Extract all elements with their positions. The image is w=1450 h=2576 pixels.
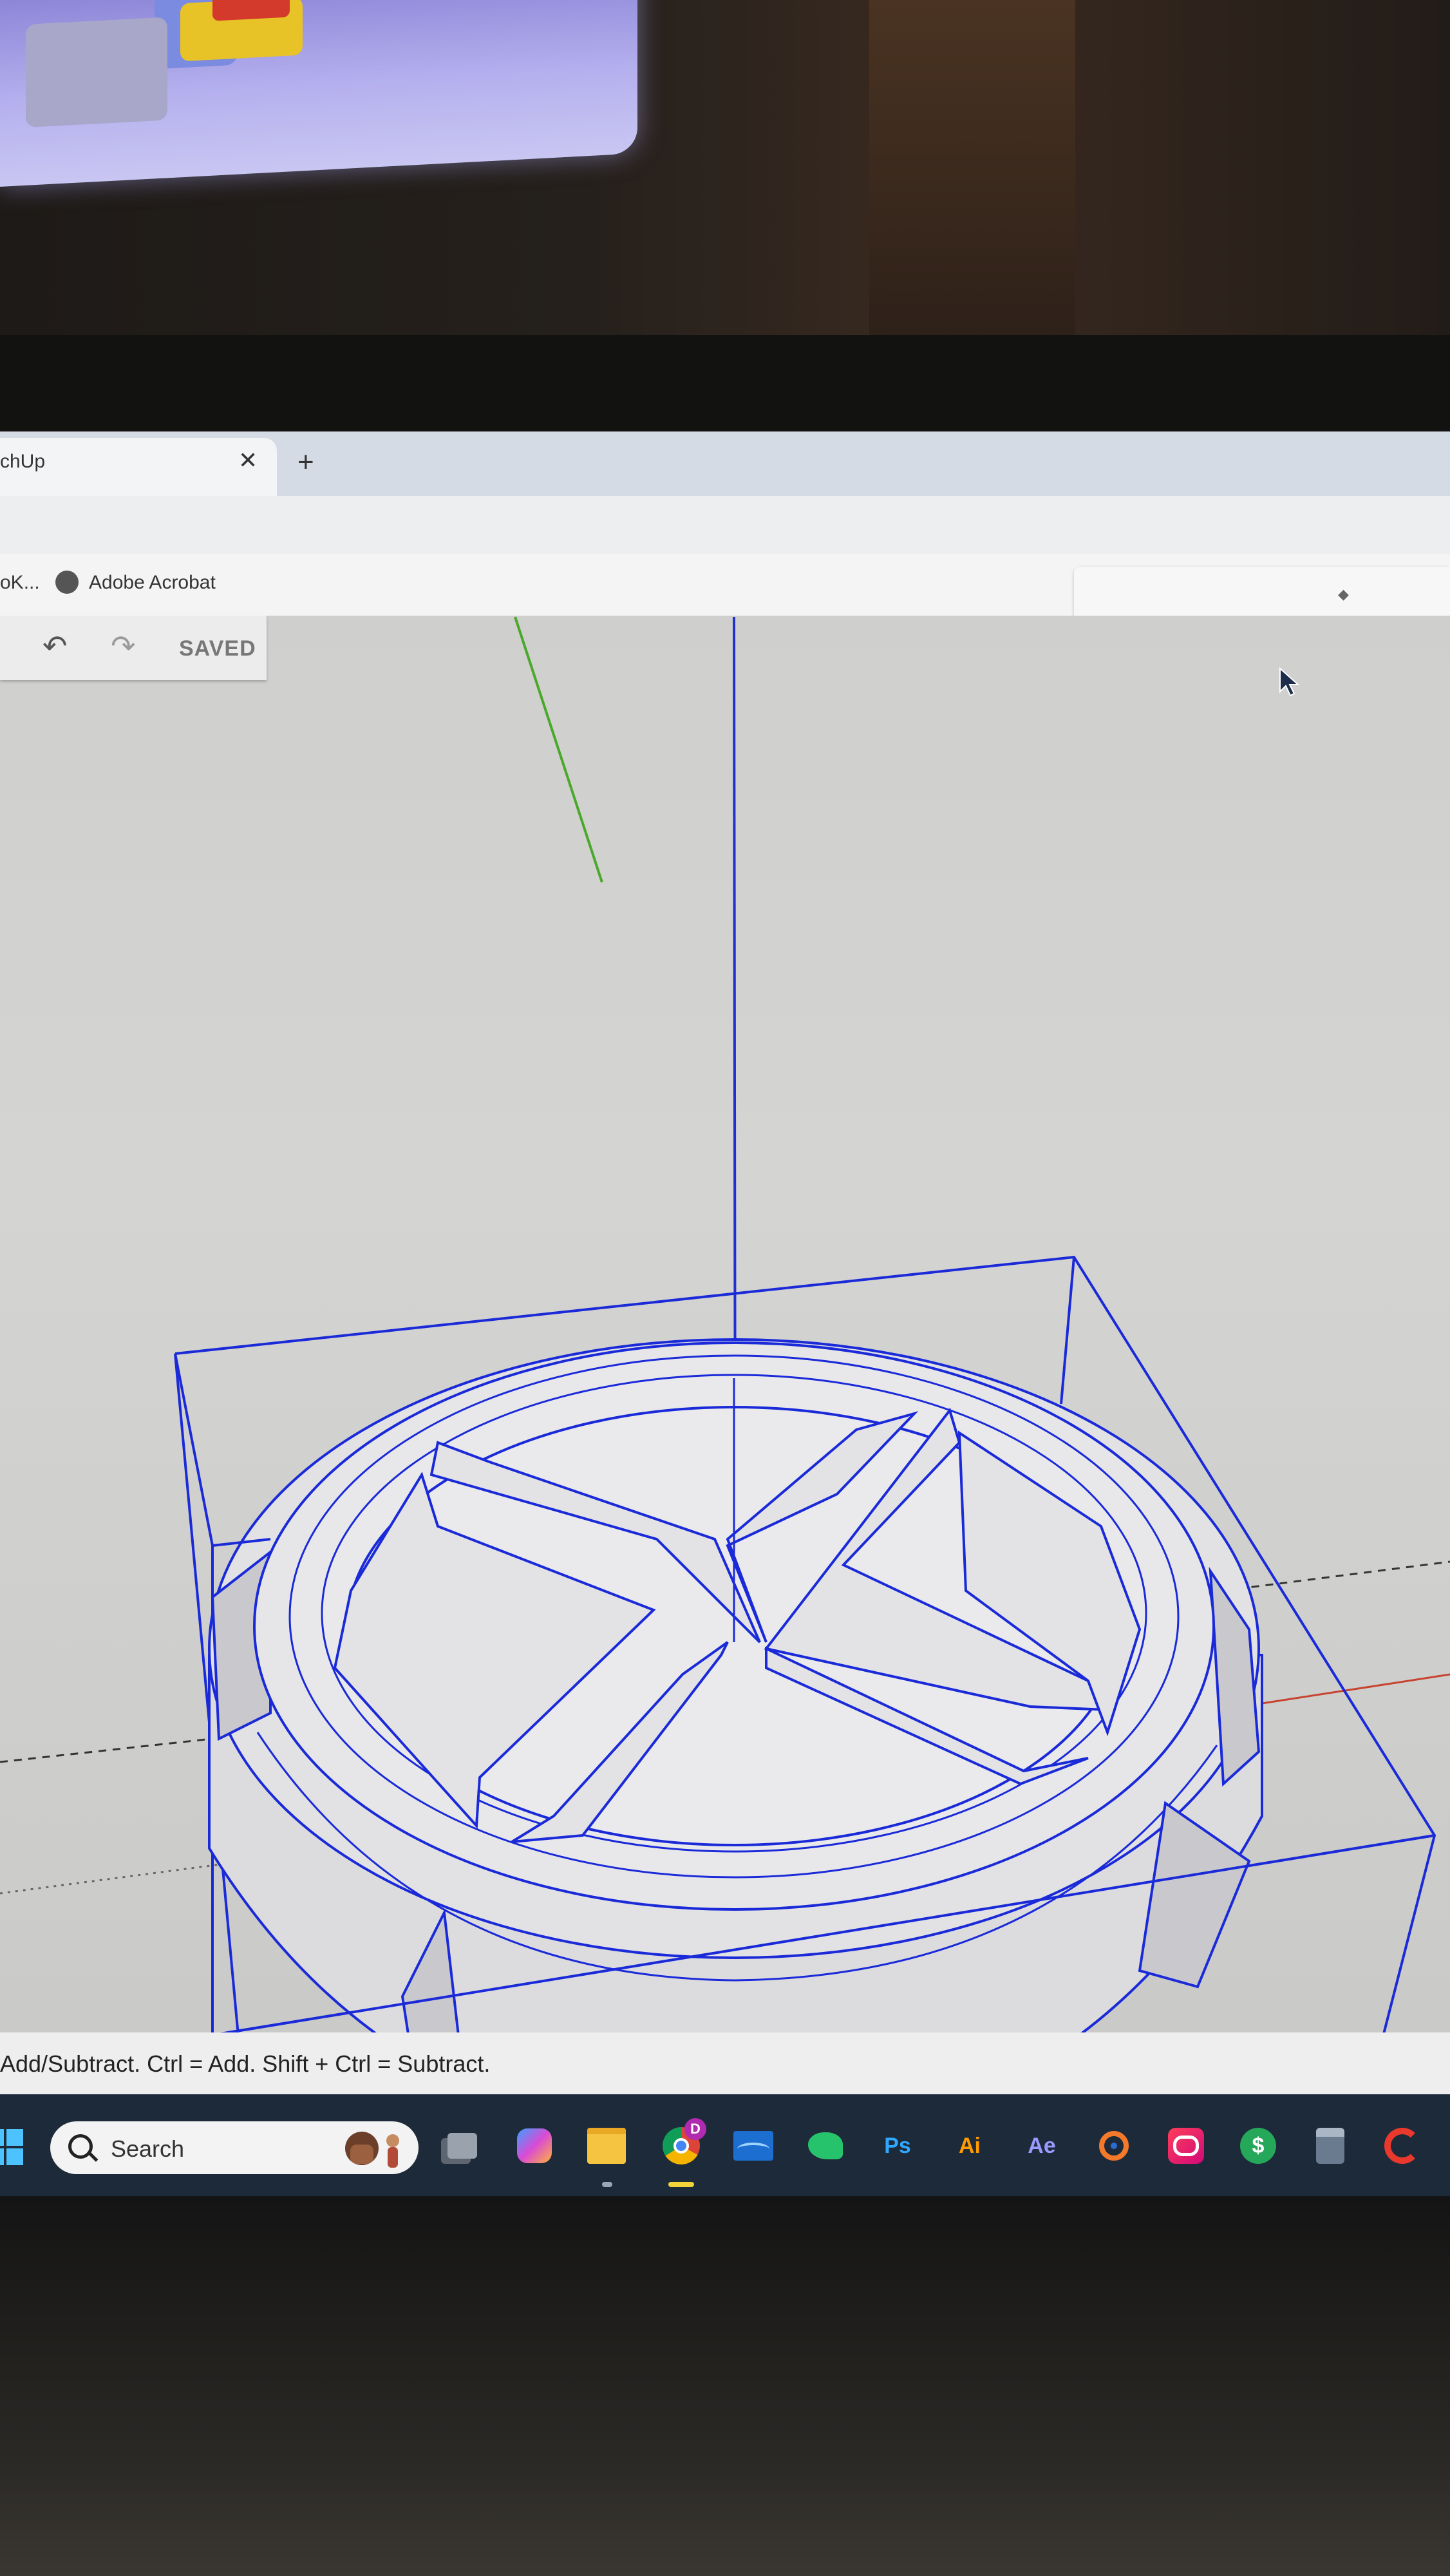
search-icon — [68, 2134, 93, 2159]
green-axis-negative — [1223, 1560, 1450, 1592]
photoshop-icon[interactable]: Ps — [873, 2121, 922, 2170]
green-axis — [514, 616, 603, 883]
search-highlight-image — [345, 2132, 399, 2168]
status-hint: Add/Subtract. Ctrl = Add. Shift + Ctrl =… — [0, 2050, 491, 2077]
ccleaner-icon[interactable] — [1378, 2121, 1427, 2170]
windows-start-icon[interactable] — [0, 2129, 24, 2166]
laptop-screen: chUp ✕ + oK... Adobe Acrobat ◆ ↶ ↷ SAVED… — [0, 431, 1450, 2197]
saved-status: SAVED — [179, 636, 256, 661]
taskbar-search[interactable]: Search — [50, 2121, 419, 2174]
money-app-icon[interactable]: $ — [1234, 2121, 1283, 2170]
laptop-keyboard-area — [0, 2196, 1450, 2576]
windows-taskbar: Search D Ps Ai Ae $ — [0, 2094, 1450, 2197]
pin-icon: ◆ — [1338, 586, 1349, 602]
globe-icon — [55, 571, 79, 594]
red-axis — [1261, 1673, 1450, 1705]
tab-sketchup[interactable]: chUp ✕ — [0, 438, 277, 496]
bookmark-adobe-acrobat[interactable]: Adobe Acrobat — [89, 572, 216, 594]
tab-title: chUp — [0, 451, 46, 472]
undo-icon[interactable]: ↶ — [42, 631, 68, 661]
sketchup-toolbar: ↶ ↷ SAVED — [0, 616, 267, 680]
new-tab-button[interactable]: + — [297, 448, 314, 477]
browser-tab-bar: chUp ✕ + — [0, 431, 1450, 496]
chrome-icon[interactable]: D — [657, 2118, 706, 2170]
profile-badge: D — [684, 2118, 706, 2140]
status-bar: Add/Subtract. Ctrl = Add. Shift + Ctrl =… — [0, 2032, 1450, 2094]
model-canvas[interactable] — [0, 616, 1450, 2032]
calculator-icon[interactable] — [1306, 2121, 1355, 2170]
bookmark-item[interactable]: oK... — [0, 572, 40, 594]
after-effects-icon[interactable]: Ae — [1017, 2121, 1066, 2170]
redo-icon[interactable]: ↷ — [111, 631, 136, 661]
copilot-icon[interactable] — [510, 2121, 559, 2170]
background-monitor — [0, 0, 637, 187]
address-bar[interactable] — [0, 496, 1450, 554]
illustrator-icon[interactable]: Ai — [945, 2121, 994, 2170]
task-view-icon[interactable] — [438, 2121, 487, 2170]
room-background — [0, 0, 1450, 335]
media-app-icon[interactable] — [729, 2121, 778, 2170]
laptop-bezel — [0, 335, 1450, 438]
search-label: Search — [111, 2136, 185, 2162]
sketchup-3d-viewport[interactable]: ↶ ↷ SAVED — [0, 616, 1450, 2032]
money-app-label: $ — [1240, 2128, 1276, 2164]
file-explorer-icon[interactable] — [582, 2121, 631, 2170]
drawing-app-icon[interactable] — [801, 2121, 850, 2170]
blender-icon[interactable] — [1089, 2121, 1138, 2170]
mouse-cursor-icon — [1279, 667, 1300, 697]
wall-light — [869, 0, 1075, 335]
creative-cloud-icon[interactable] — [1162, 2121, 1210, 2170]
close-tab-icon[interactable]: ✕ — [238, 447, 258, 474]
